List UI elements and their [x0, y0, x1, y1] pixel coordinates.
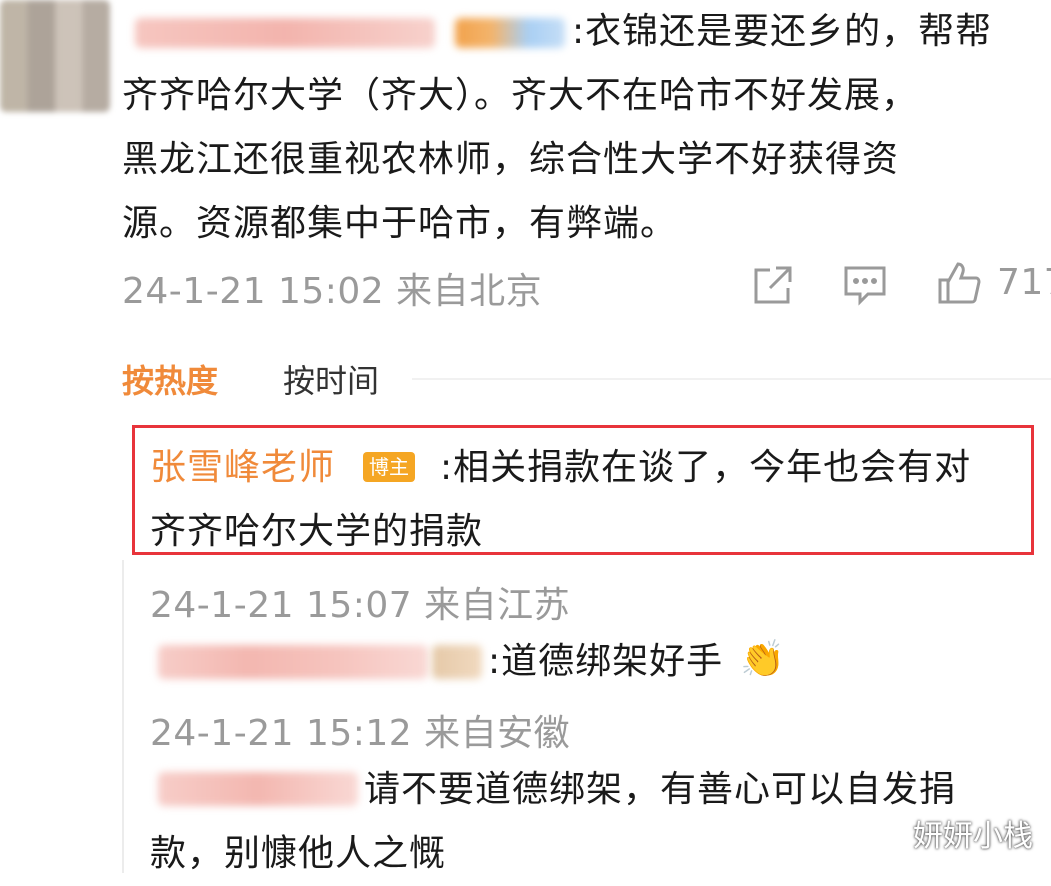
author-badge-label: 博主	[363, 452, 415, 482]
reply-text-line1: :相关捐款在谈了，今年也会有对	[440, 447, 972, 488]
top-comment-text-line4: 源。资源都集中于哈市，有弊端。	[122, 203, 678, 244]
reply2-meta: 24-1-21 15:12 来自安徽	[150, 713, 571, 754]
commenter-badge-blurred	[455, 18, 565, 48]
like-count: 717	[997, 262, 1051, 303]
tab-sort-time[interactable]: 按时间	[283, 356, 379, 402]
clapping-hands-icon: 👏	[740, 639, 785, 680]
top-comment-text-line1: :衣锦还是要还乡的，帮帮	[572, 11, 993, 52]
tab-sort-hot[interactable]: 按热度	[122, 356, 218, 402]
tab-divider	[412, 378, 1051, 380]
author-badge: 博主	[363, 452, 415, 482]
reply-text-line2: 齐齐哈尔大学的捐款	[150, 511, 484, 552]
reply-author[interactable]: 张雪峰老师	[150, 436, 335, 500]
top-comment-text-line2: 齐齐哈尔大学（齐大）。齐大不在哈市不好发展，	[122, 75, 919, 116]
reply2-badge-blurred	[432, 645, 482, 679]
top-comment-text-line3: 黑龙江还很重视农林师，综合性大学不好获得资	[122, 139, 900, 180]
watermark: 妍妍小栈	[913, 819, 1033, 854]
replies-rail	[122, 560, 124, 873]
commenter-name-blurred[interactable]	[135, 18, 435, 48]
reply3-text-line1: 请不要道德绑架，有善心可以自发捐	[364, 769, 957, 810]
reply2-text: :道德绑架好手	[488, 641, 724, 682]
reply2-name-blurred[interactable]	[158, 645, 428, 679]
like-icon[interactable]	[936, 260, 982, 306]
reply3-name-blurred[interactable]	[158, 772, 358, 806]
comment-icon[interactable]	[842, 262, 888, 308]
share-icon[interactable]	[750, 262, 796, 308]
commenter-avatar[interactable]	[0, 0, 110, 112]
reply-meta: 24-1-21 15:07 来自江苏	[150, 585, 571, 626]
top-comment-meta: 24-1-21 15:02 来自北京	[122, 271, 543, 312]
reply3-text-line2: 款，别慷他人之慨	[150, 833, 447, 874]
